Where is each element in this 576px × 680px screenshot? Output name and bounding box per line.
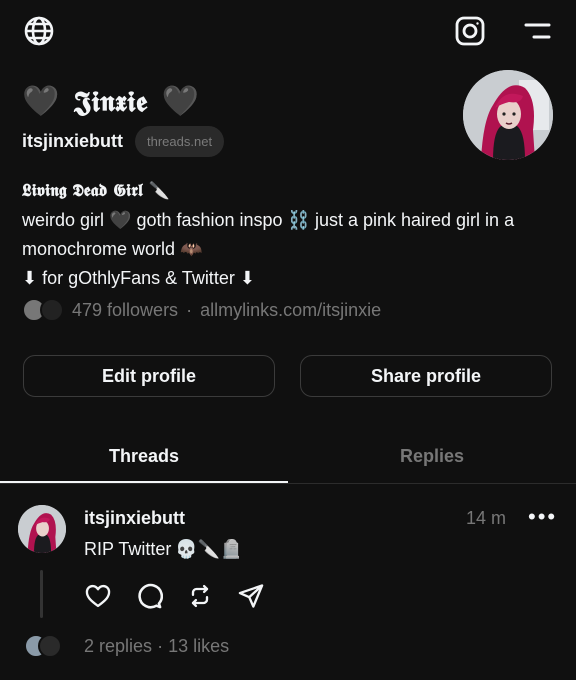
instagram-icon[interactable] <box>453 14 487 48</box>
domain-badge[interactable]: threads.net <box>135 126 225 157</box>
post-text: RIP Twitter <box>84 539 172 559</box>
followers-count[interactable]: 479 followers <box>72 300 178 321</box>
profile-avatar[interactable] <box>463 70 553 160</box>
bio-line: monochrome world 🦇 <box>22 239 203 259</box>
profile-username: itsjinxiebutt <box>22 131 124 151</box>
profile-link[interactable]: allmylinks.com/itsjinxie <box>200 300 381 321</box>
follower-avatars <box>22 298 64 322</box>
profile-display-name: 🖤 𝕵𝖎𝖓𝖝𝖎𝖊 🖤 <box>22 80 199 124</box>
like-icon[interactable] <box>82 580 114 612</box>
replies-count[interactable]: 2 replies <box>84 636 152 656</box>
repost-icon[interactable] <box>184 580 216 612</box>
more-options-icon[interactable]: ••• <box>528 504 557 530</box>
thread-line <box>40 570 43 618</box>
tabs-divider <box>0 483 576 484</box>
username-row: itsjinxiebutt threads.net <box>22 126 225 157</box>
tab-threads[interactable]: Threads <box>0 430 288 482</box>
share-profile-button[interactable]: Share profile <box>300 355 552 397</box>
comment-icon[interactable] <box>133 580 165 612</box>
profile-bio: 𝕷𝖎𝖛𝖎𝖓𝖌 𝕯𝖊𝖆𝖉 𝕲𝖎𝖗𝖑 🔪 weirdo girl 🖤 goth fa… <box>22 177 557 293</box>
tab-replies[interactable]: Replies <box>288 430 576 482</box>
bio-title: 𝕷𝖎𝖛𝖎𝖓𝖌 𝕯𝖊𝖆𝖉 𝕲𝖎𝖗𝖑 🔪 <box>22 181 170 201</box>
reply-avatars <box>24 634 64 658</box>
post-emojis: 💀🔪🪦 <box>175 539 243 559</box>
post-content: RIP Twitter 💀🔪🪦 <box>84 539 243 560</box>
edit-profile-button[interactable]: Edit profile <box>23 355 275 397</box>
post-timestamp: 14 m <box>466 508 507 528</box>
follower-avatar <box>40 298 64 322</box>
reply-avatar <box>38 634 62 658</box>
likes-count[interactable]: 13 likes <box>168 636 229 656</box>
globe-icon[interactable] <box>22 14 56 48</box>
followers-row: 479 followers · allmylinks.com/itsjinxie <box>22 298 381 322</box>
stat-separator: · <box>157 636 164 656</box>
meta-separator: · <box>186 299 193 320</box>
share-icon[interactable] <box>235 580 267 612</box>
display-name-text: 𝕵𝖎𝖓𝖝𝖎𝖊 <box>73 85 148 118</box>
post-username[interactable]: itsjinxiebutt <box>84 508 185 529</box>
bio-line: weirdo girl 🖤 goth fashion inspo ⛓️ just… <box>22 210 515 230</box>
black-heart-emoji: 🖤 <box>161 84 200 119</box>
post-author-avatar[interactable] <box>18 505 66 553</box>
black-heart-emoji: 🖤 <box>22 84 60 119</box>
post-stats: 2 replies · 13 likes <box>84 636 229 657</box>
bio-line: ⬇ for gOthlyFans & Twitter ⬇ <box>22 268 255 288</box>
menu-icon[interactable] <box>520 18 552 44</box>
